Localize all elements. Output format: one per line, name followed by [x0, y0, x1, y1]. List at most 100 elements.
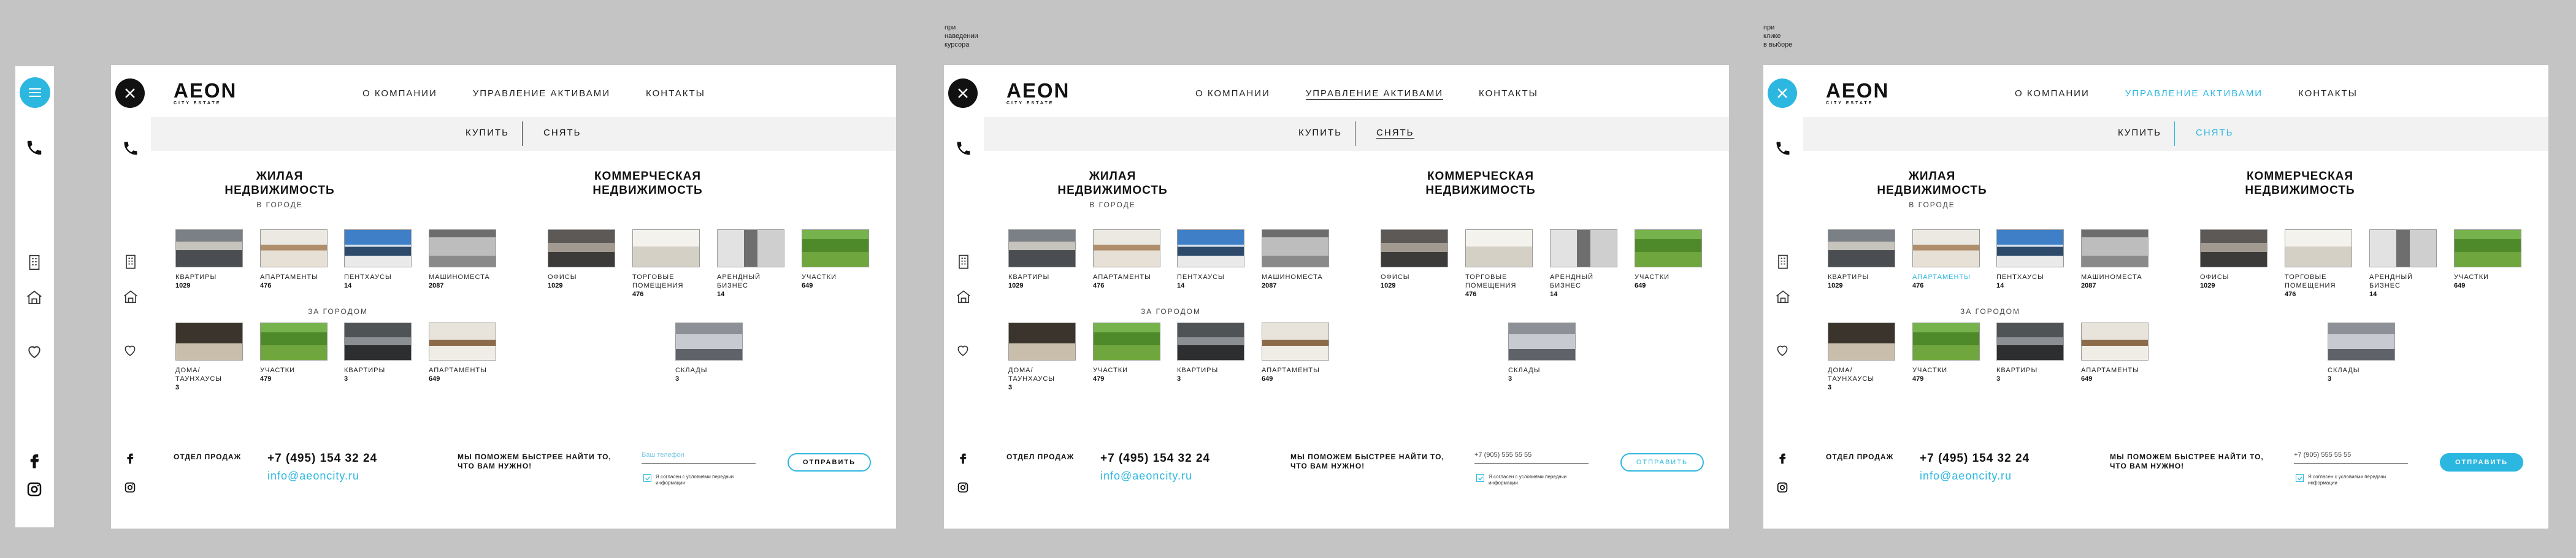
facebook-icon[interactable] — [1776, 451, 1789, 465]
phone-icon[interactable] — [25, 139, 44, 157]
phone-icon[interactable] — [955, 140, 972, 157]
city_items-thumbnail[interactable] — [1996, 229, 2064, 267]
rent-tab[interactable]: СНЯТЬ — [543, 128, 581, 138]
commercial_items-thumbnail[interactable] — [717, 229, 784, 267]
phone-input[interactable]: +7 (905) 555 55 55 — [2294, 451, 2408, 464]
nav-asset-management[interactable]: УПРАВЛЕНИЕ АКТИВАМИ — [2125, 88, 2263, 99]
heart-icon[interactable] — [1774, 342, 1790, 358]
city_items-thumbnail[interactable] — [2081, 229, 2149, 267]
city_items-tile[interactable]: ПЕНТХАУСЫ 14 — [1996, 229, 2064, 290]
nav-about[interactable]: О КОМПАНИИ — [1195, 88, 1270, 100]
commercial_items-thumbnail[interactable] — [632, 229, 700, 267]
building-icon[interactable] — [25, 253, 44, 272]
country_items-thumbnail[interactable] — [1262, 323, 1329, 361]
consent-checkbox[interactable] — [643, 474, 651, 482]
country_items-tile[interactable]: УЧАСТКИ 479 — [1093, 323, 1160, 383]
country_items-tile[interactable]: ДОМА/ ТАУНХАУСЫ 3 — [1008, 323, 1076, 392]
city_items-thumbnail[interactable] — [1177, 229, 1244, 267]
commercial_items-tile[interactable]: УЧАСТКИ 649 — [2454, 229, 2521, 290]
country_items-tile[interactable]: УЧАСТКИ 479 — [1912, 323, 1980, 383]
nav-about[interactable]: О КОМПАНИИ — [2015, 88, 2090, 99]
sales-phone[interactable]: +7 (495) 154 32 24 — [267, 452, 377, 465]
city_items-tile[interactable]: АПАРТАМЕНТЫ 476 — [1912, 229, 1980, 290]
country_items-thumbnail[interactable] — [175, 323, 243, 361]
country_items-tile[interactable]: КВАРТИРЫ 3 — [1177, 323, 1244, 383]
commercial_items-tile[interactable]: АРЕНДНЫЙ БИЗНЕС 14 — [1550, 229, 1617, 299]
city_items-thumbnail[interactable] — [175, 229, 243, 267]
instagram-icon[interactable] — [123, 481, 137, 494]
send-button[interactable]: ОТПРАВИТЬ — [1620, 453, 1704, 472]
commercial_items-tile[interactable]: УЧАСТКИ 649 — [1635, 229, 1702, 290]
country_items-thumbnail[interactable] — [1177, 323, 1244, 361]
instagram-icon[interactable] — [1776, 481, 1789, 494]
commercial_items-tile[interactable]: ОФИСЫ 1029 — [548, 229, 615, 290]
city_items-thumbnail[interactable] — [1008, 229, 1076, 267]
buy-tab[interactable]: КУПИТЬ — [466, 128, 509, 138]
menu-icon[interactable] — [20, 77, 50, 108]
close-button[interactable] — [115, 78, 145, 108]
commercial_items-thumbnail[interactable] — [2454, 229, 2521, 267]
country_items-thumbnail[interactable] — [1828, 323, 1895, 361]
building-icon[interactable] — [122, 253, 139, 271]
phone-icon[interactable] — [122, 140, 139, 157]
warehouse-tile[interactable]: СКЛАДЫ 3 — [675, 323, 743, 383]
facebook-icon[interactable] — [956, 451, 970, 465]
heart-icon[interactable] — [122, 342, 138, 358]
country_items-tile[interactable]: АПАРТАМЕНТЫ 649 — [1262, 323, 1329, 383]
commercial_items-tile[interactable]: ТОРГОВЫЕ ПОМЕЩЕНИЯ 476 — [632, 229, 700, 299]
country_items-tile[interactable]: АПАРТАМЕНТЫ 649 — [2081, 323, 2149, 383]
close-button[interactable] — [1768, 78, 1797, 108]
rent-tab[interactable]: СНЯТЬ — [2196, 128, 2234, 138]
buy-tab[interactable]: КУПИТЬ — [2118, 128, 2161, 138]
nav-about[interactable]: О КОМПАНИИ — [362, 88, 437, 99]
commercial_items-tile[interactable]: ТОРГОВЫЕ ПОМЕЩЕНИЯ 476 — [1465, 229, 1533, 299]
country_items-thumbnail[interactable] — [260, 323, 328, 361]
consent-checkbox[interactable] — [1476, 474, 1484, 482]
commercial_items-thumbnail[interactable] — [548, 229, 615, 267]
logo[interactable]: AEON CITY ESTATE — [1826, 80, 1889, 105]
country_items-tile[interactable]: КВАРТИРЫ 3 — [1996, 323, 2064, 383]
commercial_items-thumbnail[interactable] — [2285, 229, 2352, 267]
city_items-tile[interactable]: ПЕНТХАУСЫ 14 — [1177, 229, 1244, 290]
city_items-thumbnail[interactable] — [1093, 229, 1160, 267]
city_items-tile[interactable]: МАШИНОМЕСТА 2087 — [429, 229, 496, 290]
city_items-thumbnail[interactable] — [260, 229, 328, 267]
commercial_items-tile[interactable]: АРЕНДНЫЙ БИЗНЕС 14 — [717, 229, 784, 299]
instagram-icon[interactable] — [25, 480, 44, 499]
warehouse-thumbnail[interactable] — [675, 323, 743, 361]
commercial_items-tile[interactable]: ОФИСЫ 1029 — [2200, 229, 2267, 290]
heart-icon[interactable] — [25, 342, 44, 361]
commercial_items-tile[interactable]: АРЕНДНЫЙ БИЗНЕС 14 — [2369, 229, 2437, 299]
commercial_items-thumbnail[interactable] — [1550, 229, 1617, 267]
house-icon[interactable] — [955, 288, 972, 305]
city_items-thumbnail[interactable] — [1912, 229, 1980, 267]
logo[interactable]: AEON CITY ESTATE — [174, 80, 237, 105]
city_items-tile[interactable]: АПАРТАМЕНТЫ 476 — [260, 229, 328, 290]
close-button[interactable] — [948, 78, 978, 108]
country_items-thumbnail[interactable] — [1093, 323, 1160, 361]
commercial_items-tile[interactable]: УЧАСТКИ 649 — [802, 229, 869, 290]
city_items-tile[interactable]: МАШИНОМЕСТА 2087 — [1262, 229, 1329, 290]
city_items-tile[interactable]: КВАРТИРЫ 1029 — [1008, 229, 1076, 290]
city_items-tile[interactable]: ПЕНТХАУСЫ 14 — [344, 229, 412, 290]
house-icon[interactable] — [122, 288, 139, 305]
nav-contacts[interactable]: КОНТАКТЫ — [2298, 88, 2358, 99]
send-button[interactable]: ОТПРАВИТЬ — [2440, 453, 2523, 472]
country_items-thumbnail[interactable] — [1912, 323, 1980, 361]
facebook-icon[interactable] — [123, 451, 137, 465]
warehouse-thumbnail[interactable] — [2328, 323, 2395, 361]
warehouse-thumbnail[interactable] — [1508, 323, 1576, 361]
logo[interactable]: AEON CITY ESTATE — [1006, 80, 1070, 105]
city_items-tile[interactable]: КВАРТИРЫ 1029 — [1828, 229, 1895, 290]
city_items-thumbnail[interactable] — [344, 229, 412, 267]
commercial_items-thumbnail[interactable] — [1381, 229, 1448, 267]
sales-email[interactable]: info@aeoncity.ru — [1920, 470, 2012, 483]
rent-tab[interactable]: СНЯТЬ — [1376, 128, 1414, 139]
country_items-tile[interactable]: АПАРТАМЕНТЫ 649 — [429, 323, 496, 383]
city_items-thumbnail[interactable] — [429, 229, 496, 267]
nav-asset-management[interactable]: УПРАВЛЕНИЕ АКТИВАМИ — [1305, 88, 1444, 100]
commercial_items-thumbnail[interactable] — [1465, 229, 1533, 267]
city_items-tile[interactable]: МАШИНОМЕСТА 2087 — [2081, 229, 2149, 290]
house-icon[interactable] — [1774, 288, 1792, 305]
building-icon[interactable] — [955, 253, 972, 271]
